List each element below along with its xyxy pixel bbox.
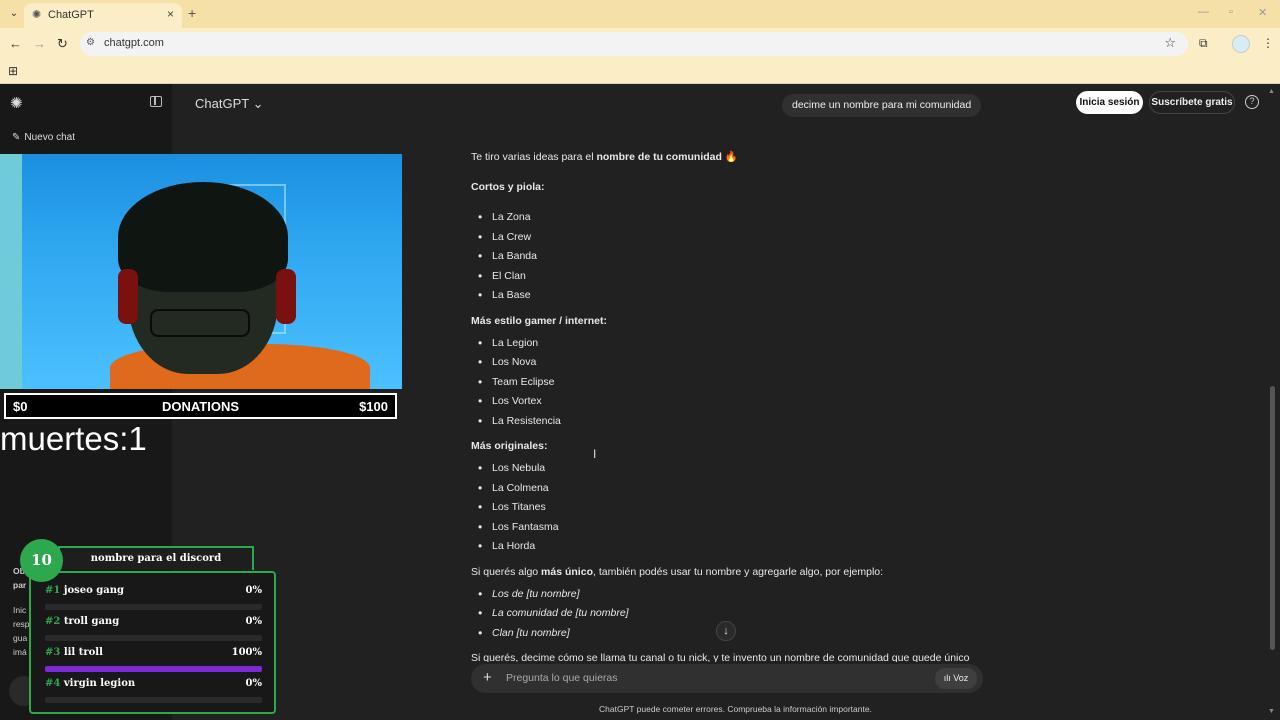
list-item: La Colmena [478,481,549,495]
poll-timer-badge: 10 [20,539,63,582]
tab-title: ChatGPT [48,9,94,21]
sidebar-login-text-3: gua [13,633,28,643]
close-tab-icon[interactable]: × [167,7,174,21]
poll-panel: #1 joseo gang 0% #2 troll gang 0% #3 lil t… [29,571,276,714]
chatgpt-logo-icon[interactable]: ✺ [10,94,23,112]
prompt-input[interactable]: Pregunta lo que quieras [506,672,618,684]
list-item: La Legion [478,336,538,350]
scroll-up-arrow-icon[interactable]: ▲ [1268,88,1275,95]
list-item: Clan [tu nombre] [478,626,570,640]
address-bar: ← → ↻ ⚙ chatgpt.com ☆ ⧉ ⋮ [0,28,1280,60]
list-item: La Horda [478,539,535,553]
fire-emoji-icon: 🔥 [724,151,738,163]
sidebar-login-text-1: Inic [13,605,27,615]
login-button[interactable]: Inicia sesión [1076,91,1143,114]
model-selector[interactable]: ChatGPT ⌄ [195,96,263,112]
list-item: La Resistencia [478,414,561,428]
section-title: Cortos y piola: [471,181,545,193]
list-item: Los Titanes [478,500,546,514]
poll-bar [45,666,262,672]
maximize-icon[interactable]: ▫ [1229,6,1233,18]
scroll-down-arrow-icon[interactable]: ▼ [1268,708,1275,715]
scroll-down-button[interactable]: ↓ [716,621,736,641]
bookmark-star-icon[interactable]: ☆ [1164,35,1176,51]
list-item: La comunidad de [tu nombre] [478,606,629,620]
list-item: La Zona [478,210,530,224]
list-item: Los Nova [478,355,536,369]
poll-option: #1 joseo gang 0% [45,585,262,596]
poll-option: #4 virgin legion 0% [45,678,262,689]
list-item: Los de [tu nombre] [478,587,579,601]
new-chat-button[interactable]: ✎ Nuevo chat [12,132,75,143]
list-item: La Crew [478,230,531,244]
url-text: chatgpt.com [104,37,164,49]
new-tab-icon[interactable]: + [188,5,196,21]
chatgpt-favicon-icon: ✺ [32,9,42,21]
list-item: La Banda [478,249,537,263]
list-item: Los Nebula [478,461,545,475]
profile-avatar[interactable] [1232,35,1250,53]
apps-grid-icon[interactable]: ⊞ [8,64,18,78]
section-title: Más estilo gamer / internet: [471,315,607,327]
close-window-icon[interactable]: ✕ [1258,6,1267,19]
poll-title: nombre para el discord [58,546,254,570]
section-title: Más originales: [471,440,548,452]
url-field[interactable]: ⚙ chatgpt.com ☆ [80,32,1188,56]
response-extra: Si querés algo más único, también podés … [471,566,884,578]
forward-icon[interactable]: → [33,36,46,51]
bookmarks-bar: ⊞ [0,60,1280,84]
sidebar-login-text-2: resp [13,619,30,629]
browser-tab[interactable]: ✺ ChatGPT × [24,3,182,28]
list-item: Team Eclipse [478,375,555,389]
model-label: ChatGPT [195,96,249,111]
site-info-icon[interactable]: ⚙ [86,37,95,48]
text-cursor-icon: I [593,447,597,461]
webcam-feed [0,154,402,389]
voice-button[interactable]: ılı Voz [935,668,977,689]
list-item: El Clan [478,269,526,283]
sidebar-login-title-2: par [13,580,27,590]
tab-search-icon[interactable]: ⌄ [6,6,22,22]
user-message: decime un nombre para mi comunidad [782,94,982,117]
death-counter: muertes:1 [0,420,147,457]
voice-wave-icon: ılı [943,673,951,683]
list-item: La Base [478,288,530,302]
sidebar-toggle-icon[interactable] [150,96,162,107]
poll-option: #3 lil troll 100% [45,647,262,658]
response-cut-line: Si querés, decime cómo se llama tu canal… [471,652,970,662]
donations-bar: $0 DONATIONS $100 [4,393,397,419]
disclaimer: ChatGPT puede cometer errores. Comprueba… [599,704,872,714]
poll-bar [45,604,262,610]
scrollbar-thumb[interactable] [1270,386,1275,650]
new-chat-label: Nuevo chat [24,132,75,143]
prompt-composer[interactable]: + Pregunta lo que quieras ılı Voz [471,664,983,693]
poll-bar [45,635,262,641]
donations-label: DONATIONS [161,399,240,414]
back-icon[interactable]: ← [9,36,22,51]
browser-tab-bar: ⌄ ✺ ChatGPT × + — ▫ ✕ [0,0,1280,28]
attach-plus-icon[interactable]: + [483,669,492,686]
help-icon[interactable]: ? [1245,95,1259,109]
list-item: Los Fantasma [478,520,558,534]
chevron-down-icon: ⌄ [252,96,264,111]
poll-bar [45,697,262,703]
signup-button[interactable]: Suscríbete gratis [1149,91,1235,114]
sidebar-login-text-4: imá [13,647,27,657]
new-chat-icon: ✎ [12,132,21,143]
browser-menu-icon[interactable]: ⋮ [1262,36,1274,50]
reload-icon[interactable]: ↻ [57,36,68,52]
donations-max: $100 [359,399,388,414]
response-intro: Te tiro varias ideas para el nombre de t… [471,151,738,163]
poll-option: #2 troll gang 0% [45,616,262,627]
list-item: Los Vortex [478,394,542,408]
extensions-icon[interactable]: ⧉ [1199,36,1208,51]
minimize-icon[interactable]: — [1198,6,1209,18]
